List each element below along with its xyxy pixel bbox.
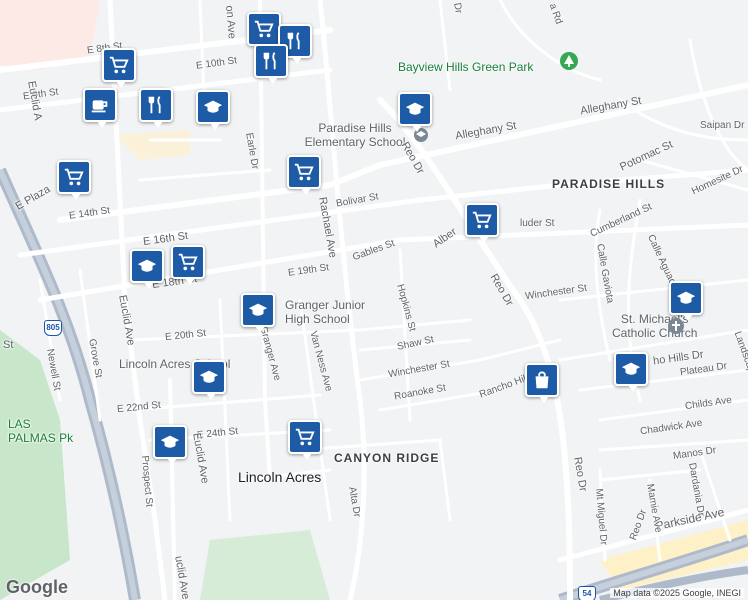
graduation-cap-icon <box>203 100 223 113</box>
route-54-shield: 54 <box>578 586 596 600</box>
grocery-pin[interactable] <box>247 12 281 52</box>
grocery-pin[interactable] <box>287 155 321 195</box>
school-pin[interactable] <box>153 425 187 465</box>
map-attribution[interactable]: Map data ©2025 Google, INEGI <box>610 588 744 598</box>
shopping-cart-icon <box>109 56 129 74</box>
city-label: Lincoln Acres <box>238 469 322 485</box>
park-tree-icon[interactable] <box>560 52 578 70</box>
grocery-pin[interactable] <box>288 420 322 460</box>
street-label: St <box>3 339 14 351</box>
map-canvas[interactable]: 805 54 PARADISE HILLS CANYON RIDGE Linco… <box>0 0 748 600</box>
poi-label-park: LAS PALMAS Pk <box>8 417 74 445</box>
grocery-pin[interactable] <box>57 160 91 200</box>
shopping-cart-icon <box>178 253 198 271</box>
street-label: luder St <box>520 218 555 229</box>
restaurant-pin[interactable] <box>139 88 173 128</box>
graduation-cap-icon <box>199 370 219 383</box>
graduation-cap-icon <box>621 362 641 375</box>
grocery-pin[interactable] <box>171 245 205 285</box>
google-logo: Google <box>6 577 68 597</box>
street-label: Saipan Dr <box>700 120 745 131</box>
shopping-cart-icon <box>64 168 84 186</box>
shopping-cart-icon <box>294 163 314 181</box>
neighborhood-label: CANYON RIDGE <box>334 451 440 465</box>
school-pin[interactable] <box>196 90 230 130</box>
church-marker-icon[interactable] <box>668 318 684 334</box>
fork-knife-icon <box>263 52 276 70</box>
school-pin[interactable] <box>192 360 226 400</box>
school-pin[interactable] <box>130 249 164 289</box>
shopping-bag-icon <box>535 371 549 389</box>
shopping-cart-icon <box>472 211 492 229</box>
graduation-cap-icon <box>405 102 425 115</box>
poi-label-school: Granger Junior High School <box>285 298 366 326</box>
graduation-cap-icon <box>248 303 268 316</box>
graduation-cap-icon <box>137 259 157 272</box>
grocery-pin[interactable] <box>102 48 136 88</box>
cafe-pin[interactable] <box>83 88 117 128</box>
poi-label-park: Bayview Hills Green Park <box>398 60 534 74</box>
restaurant-pin[interactable] <box>254 44 288 84</box>
graduation-cap-icon <box>676 291 696 304</box>
interstate-805-shield: 805 <box>44 320 62 336</box>
fork-knife-icon <box>148 96 161 114</box>
school-pin[interactable] <box>241 293 275 333</box>
neighborhood-label: PARADISE HILLS <box>552 177 666 191</box>
shopping-cart-icon <box>254 20 274 38</box>
grocery-pin[interactable] <box>465 203 499 243</box>
shopping-pin[interactable] <box>525 363 559 403</box>
school-pin[interactable] <box>398 92 432 132</box>
school-pin[interactable] <box>669 281 703 321</box>
shopping-cart-icon <box>295 428 315 446</box>
coffee-cup-icon <box>91 100 108 113</box>
graduation-cap-icon <box>160 435 180 448</box>
street-label: Dr <box>451 2 464 15</box>
school-pin[interactable] <box>614 352 648 392</box>
